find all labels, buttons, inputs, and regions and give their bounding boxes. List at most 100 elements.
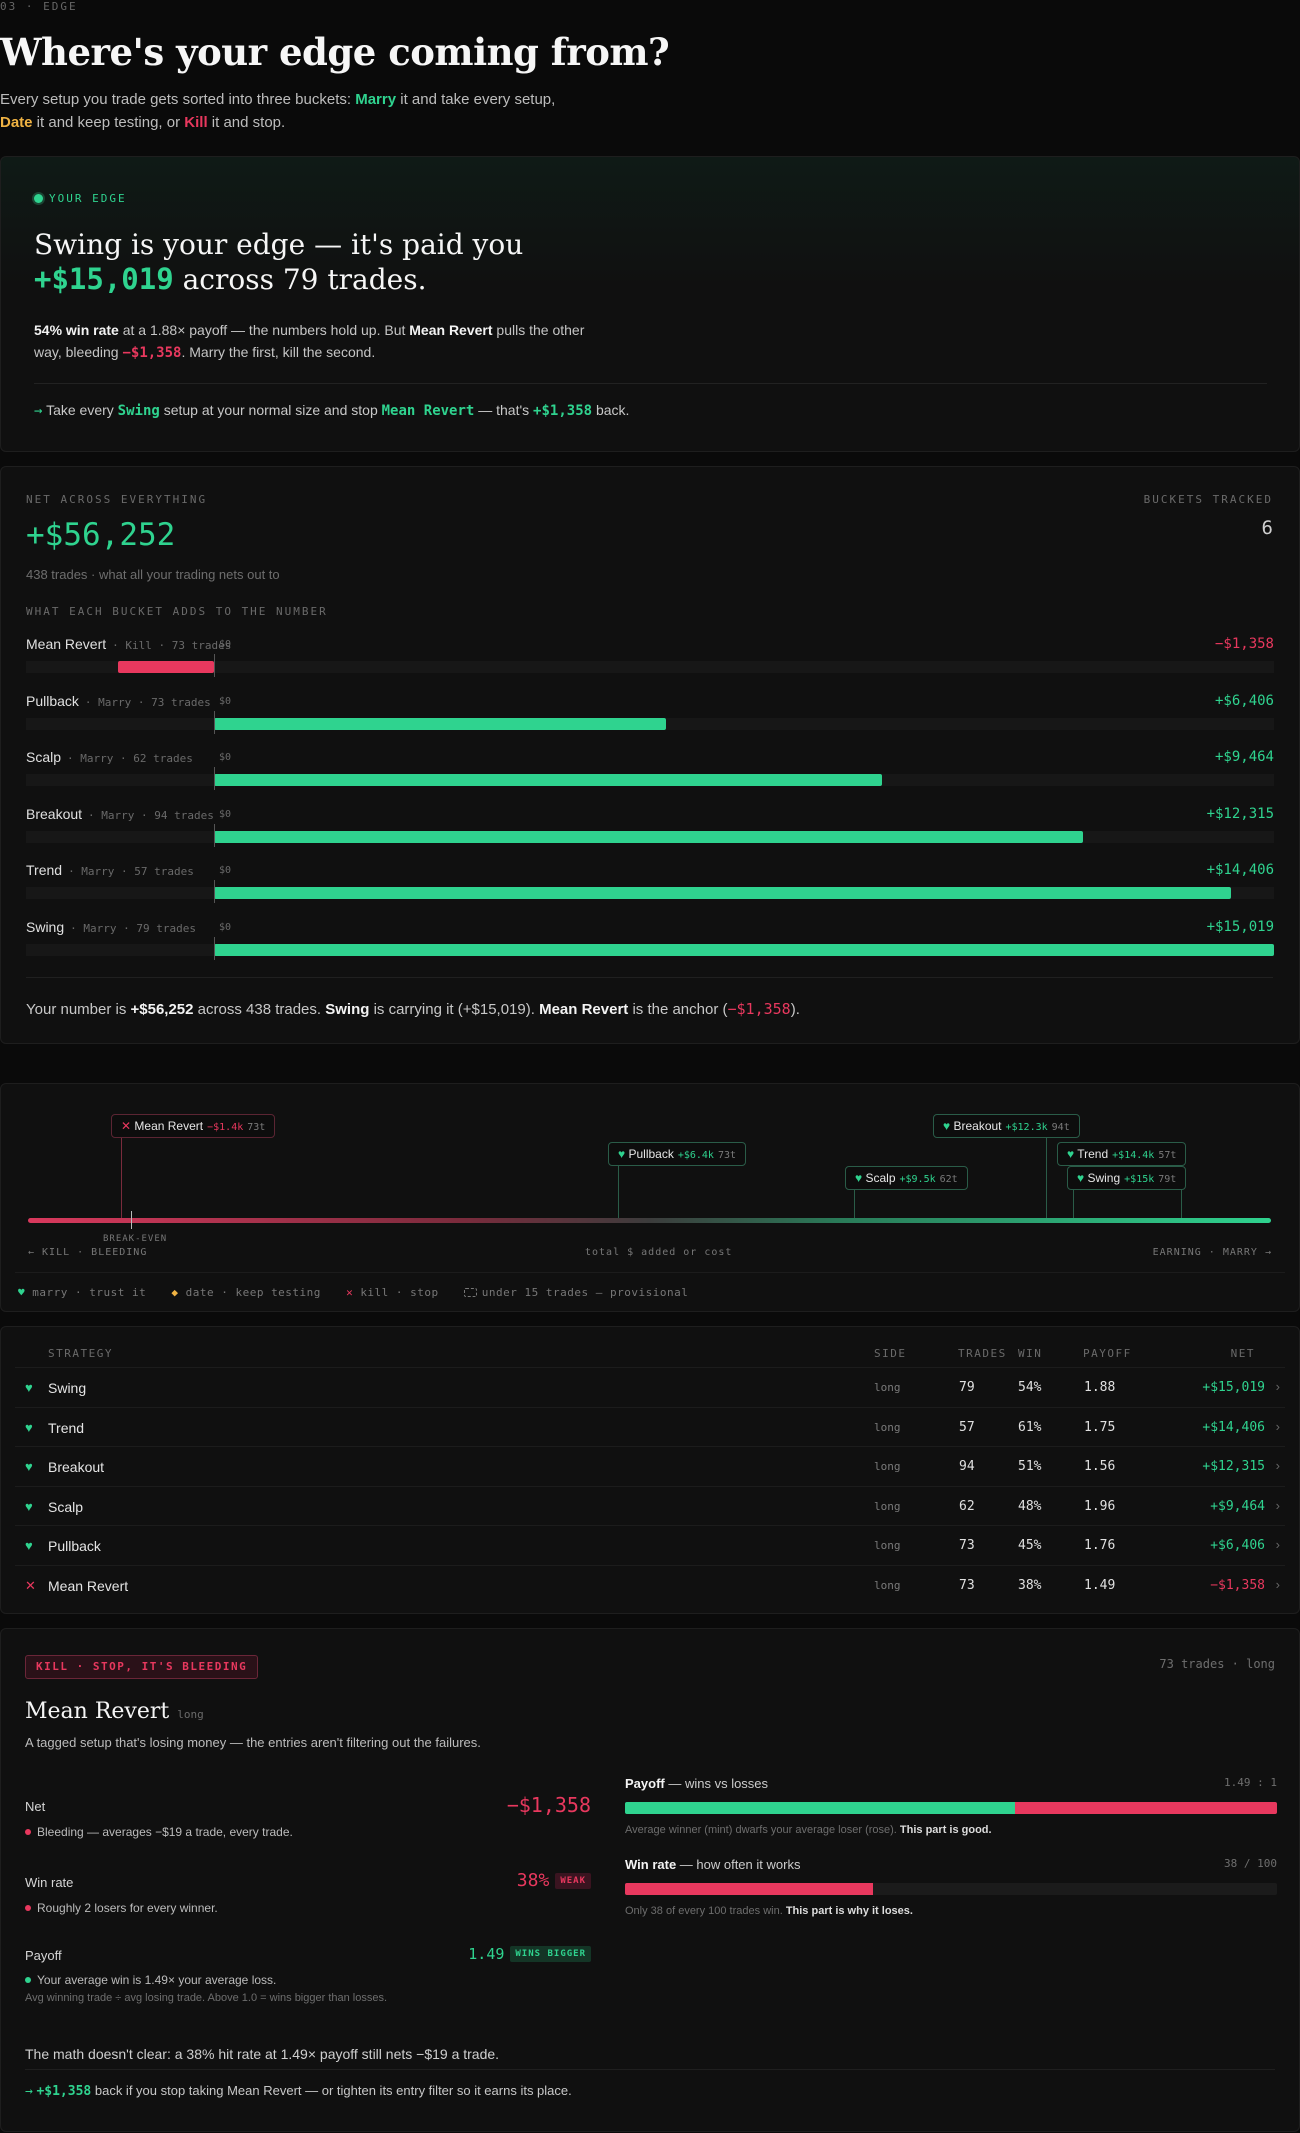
bucket-name: Trend · Marry · 57 trades xyxy=(26,862,194,878)
heart-icon: ♥ xyxy=(25,1459,33,1474)
buckets-label: BUCKETS TRACKED xyxy=(1143,493,1273,506)
breakeven-label: BREAK-EVEN xyxy=(103,1234,168,1244)
zero-label: $0 xyxy=(219,752,232,763)
zero-axis xyxy=(214,654,215,677)
heart-icon: ♥ xyxy=(1077,1171,1085,1185)
bucket-bar xyxy=(214,943,1274,956)
spectrum-flag[interactable]: ✕ Mean Revert −$1.4k 73t xyxy=(111,1114,276,1138)
zero-axis xyxy=(214,880,215,903)
spectrum-flag[interactable]: ♥ Swing +$15k 79t xyxy=(1067,1166,1187,1190)
table-row[interactable]: ♥ Breakout long 94 51% 1.56 +$12,315 › xyxy=(15,1446,1285,1485)
table-row[interactable]: ✕ Mean Revert long 73 38% 1.49 −$1,358 › xyxy=(15,1564,1285,1604)
bucket-bar xyxy=(214,887,1231,899)
table-row[interactable]: ♥ Scalp long 62 48% 1.96 +$9,464 › xyxy=(15,1485,1285,1525)
flag-stem xyxy=(121,1138,122,1218)
bucket-value: +$15,019 xyxy=(1206,918,1274,935)
table-row[interactable]: ♥ Swing long 79 54% 1.88 +$15,019 › xyxy=(15,1367,1285,1406)
legend-marry: ♥ marry · trust it xyxy=(18,1286,147,1299)
fix-action: → +$1,358 back if you stop taking Mean R… xyxy=(25,2083,572,2099)
bucket-value: +$14,406 xyxy=(1206,862,1274,878)
payoff-loss-fill xyxy=(1014,1802,1277,1814)
chevron-right-icon: › xyxy=(1275,1458,1280,1473)
bucket-name: Scalp · Marry · 62 trades xyxy=(26,749,193,765)
bucket-bar xyxy=(118,661,214,673)
your-edge-tag: YOUR EDGE xyxy=(34,192,127,205)
col-net[interactable]: NET xyxy=(1231,1347,1255,1360)
payoff-bar xyxy=(625,1802,1277,1814)
spectrum-flag[interactable]: ♥ Breakout +$12.3k 94t xyxy=(933,1114,1080,1138)
mean-revert-detail: KILL · STOP, IT'S BLEEDING 73 trades · l… xyxy=(0,1628,1300,2132)
detail-meta: 73 trades · long xyxy=(1159,1657,1275,1671)
edge-explanation: 54% win rate at a 1.88× payoff — the num… xyxy=(34,322,585,361)
zero-label: $0 xyxy=(219,808,232,820)
divider xyxy=(15,1272,1285,1273)
section-eyebrow: 03 · EDGE xyxy=(0,0,78,13)
spectrum-flag[interactable]: ♥ Trend +$14.4k 57t xyxy=(1057,1142,1187,1166)
divider xyxy=(26,977,1273,978)
axis-left-label: ← KILL · BLEEDING xyxy=(28,1247,148,1258)
edge-headline: Swing is your edge — it's paid you +$15,0… xyxy=(34,228,524,296)
edge-spectrum: ✕ Mean Revert −$1.4k 73t ♥ Pullback +$6.4k 73… xyxy=(0,1083,1300,1312)
col-side[interactable]: SIDE xyxy=(874,1347,907,1360)
close-icon: ✕ xyxy=(346,1286,354,1299)
zero-axis xyxy=(214,767,215,790)
zero-label: $0 xyxy=(219,921,232,933)
bucket-value: +$9,464 xyxy=(1214,749,1274,765)
diamond-icon: ◆ xyxy=(171,1286,179,1299)
zero-axis xyxy=(214,936,215,960)
bucket-row: Pullback · Marry · 73 trades +$6,406 $0 xyxy=(26,693,1274,749)
bucket-row: Scalp · Marry · 62 trades +$9,464 $0 xyxy=(26,749,1274,805)
bucket-name: Mean Revert · Kill · 73 trades xyxy=(26,636,232,652)
win-rate-fill xyxy=(625,1883,873,1895)
payoff-win-fill xyxy=(625,1802,1015,1814)
bucket-name: Pullback · Marry · 73 trades xyxy=(26,692,211,709)
net-subtitle: 438 trades · what all your trading nets … xyxy=(26,567,280,582)
legend-provisional: under 15 trades — provisional xyxy=(463,1286,689,1299)
bucket-name: Breakout · Marry · 94 trades xyxy=(26,805,214,822)
flag-stem xyxy=(854,1190,855,1218)
net-panel: NET ACROSS EVERYTHING BUCKETS TRACKED +$… xyxy=(0,466,1300,1044)
heart-icon: ♥ xyxy=(25,1538,33,1553)
flag-stem xyxy=(1073,1190,1074,1218)
axis-right-label: EARNING · MARRY → xyxy=(1152,1247,1272,1258)
heart-icon: ♥ xyxy=(25,1419,33,1435)
kill-badge: KILL · STOP, IT'S BLEEDING xyxy=(25,1655,259,1679)
win-rate-bar xyxy=(625,1883,1277,1895)
buckets-adds-label: WHAT EACH BUCKET ADDS TO THE NUMBER xyxy=(26,605,328,618)
divider xyxy=(25,2069,1275,2070)
bucket-row: Breakout · Marry · 94 trades +$12,315 $0 xyxy=(26,806,1274,862)
bucket-row: Swing · Marry · 79 trades +$15,019 $0 xyxy=(26,919,1274,975)
col-trades[interactable]: TRADES xyxy=(958,1347,1007,1360)
heart-icon: ♥ xyxy=(25,1498,33,1514)
net-summary: Your number is +$56,252 across 438 trade… xyxy=(26,1000,800,1018)
spectrum-flag[interactable]: ♥ Scalp +$9.5k 62t xyxy=(845,1166,968,1190)
detail-title: Mean Revert long xyxy=(25,1699,204,1724)
zero-axis xyxy=(214,823,215,847)
detail-description: A tagged setup that's losing money — the… xyxy=(25,1735,481,1750)
breakeven-marker xyxy=(131,1211,132,1229)
dashed-box-icon xyxy=(463,1288,477,1297)
table-row[interactable]: ♥ Pullback long 73 45% 1.76 +$6,406 › xyxy=(15,1525,1285,1564)
zero-axis xyxy=(214,710,215,734)
close-icon: ✕ xyxy=(25,1577,36,1593)
heart-icon: ♥ xyxy=(618,1147,626,1161)
bucket-value: −$1,358 xyxy=(1214,636,1274,652)
table-row[interactable]: ♥ Trend long 57 61% 1.75 +$14,406 › xyxy=(15,1406,1285,1446)
chevron-right-icon: › xyxy=(1275,1537,1280,1552)
flag-stem xyxy=(618,1166,619,1218)
weak-chip: WEAK xyxy=(555,1873,591,1889)
spectrum-rail xyxy=(28,1218,1271,1223)
col-strategy[interactable]: STRATEGY xyxy=(48,1347,113,1360)
edge-action: → Take every Swing setup at your normal … xyxy=(34,402,630,419)
close-icon: ✕ xyxy=(121,1119,132,1133)
col-payoff[interactable]: PAYOFF xyxy=(1083,1347,1132,1360)
strategy-table: STRATEGY SIDE TRADES WIN PAYOFF NET ♥ Swi… xyxy=(0,1326,1300,1614)
zero-label: $0 xyxy=(219,695,232,707)
col-win[interactable]: WIN xyxy=(1018,1347,1042,1360)
status-dot-icon xyxy=(34,194,43,203)
zero-label: $0 xyxy=(219,865,232,876)
wins-bigger-chip: WINS BIGGER xyxy=(510,1946,591,1962)
intro-text: Every setup you trade gets sorted into t… xyxy=(0,91,556,131)
spectrum-flag[interactable]: ♥ Pullback +$6.4k 73t xyxy=(608,1142,747,1166)
bucket-row: Mean Revert · Kill · 73 trades −$1,358 $0 xyxy=(26,636,1274,692)
